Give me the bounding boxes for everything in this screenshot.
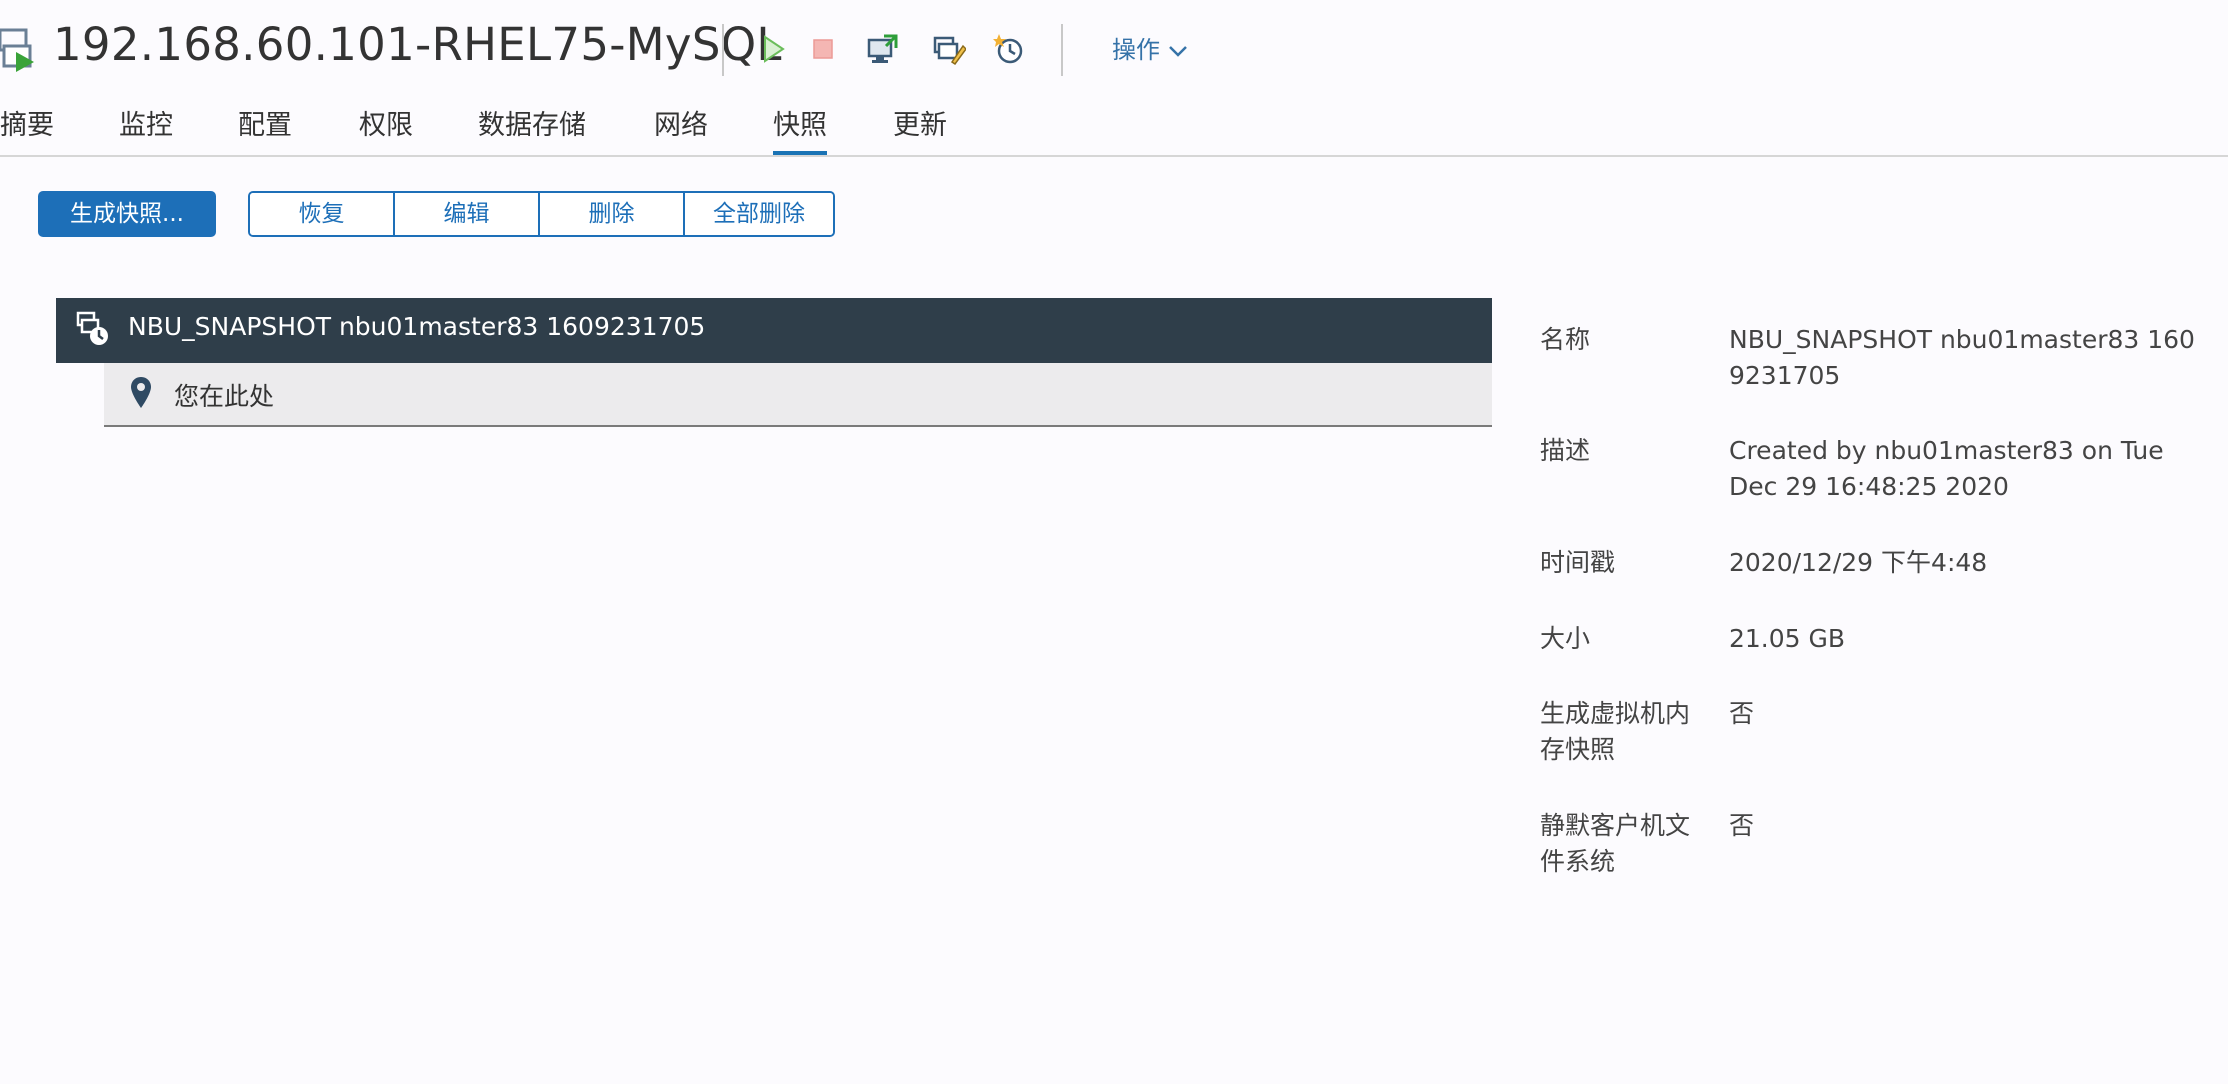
- snapshot-action-group: 恢复 编辑 删除 全部删除: [248, 191, 835, 237]
- detail-label-size: 大小: [1540, 624, 1591, 653]
- location-pin-icon: [131, 377, 151, 408]
- edit-button[interactable]: 编辑: [393, 193, 538, 235]
- delete-all-button[interactable]: 全部删除: [683, 193, 833, 235]
- detail-label-name: 名称: [1540, 325, 1591, 354]
- you-are-here-item[interactable]: 您在此处: [104, 363, 1492, 427]
- tab-updates[interactable]: 更新: [893, 104, 947, 156]
- tab-monitor[interactable]: 监控: [119, 104, 173, 156]
- console-icon[interactable]: [866, 32, 900, 66]
- tab-configure[interactable]: 配置: [238, 104, 292, 156]
- delete-button[interactable]: 删除: [538, 193, 683, 235]
- edit-settings-icon[interactable]: [932, 32, 966, 66]
- detail-value-memory: 否: [1729, 699, 1755, 728]
- detail-label-quiesce: 静默客户机文件系统: [1540, 811, 1691, 876]
- detail-value-description: Created by nbu01master83 on Tue Dec 29 1…: [1729, 436, 2164, 501]
- tab-networks[interactable]: 网络: [654, 104, 708, 156]
- actions-menu[interactable]: 操作: [1112, 30, 1188, 65]
- snapshot-icon: [76, 311, 108, 345]
- detail-label-memory: 生成虚拟机内存快照: [1540, 699, 1691, 764]
- vm-icon: [0, 28, 34, 72]
- revert-button[interactable]: 恢复: [250, 193, 393, 235]
- tab-summary[interactable]: 摘要: [0, 104, 54, 156]
- detail-label-description: 描述: [1540, 436, 1591, 465]
- detail-value-name: NBU_SNAPSHOT nbu01master83 1609231705: [1729, 325, 2195, 390]
- snapshot-icon[interactable]: [993, 32, 1027, 66]
- actions-label: 操作: [1112, 36, 1160, 64]
- tab-permissions[interactable]: 权限: [359, 104, 413, 156]
- power-on-icon[interactable]: [756, 32, 790, 66]
- power-off-icon[interactable]: [806, 32, 840, 66]
- snapshot-name: NBU_SNAPSHOT nbu01master83 1609231705: [128, 312, 706, 341]
- toolbar-divider: [1061, 24, 1063, 76]
- detail-value-quiesce: 否: [1729, 811, 1755, 840]
- take-snapshot-button[interactable]: 生成快照...: [38, 191, 216, 237]
- snapshot-tree-item[interactable]: NBU_SNAPSHOT nbu01master83 1609231705: [56, 298, 1492, 363]
- toolbar-divider: [722, 24, 724, 76]
- vm-title: 192.168.60.101-RHEL75-MySQL: [53, 18, 782, 71]
- tab-divider: [0, 155, 2228, 157]
- you-are-here-label: 您在此处: [174, 382, 275, 411]
- tab-datastores[interactable]: 数据存储: [478, 104, 586, 156]
- detail-label-timestamp: 时间戳: [1540, 548, 1616, 577]
- tab-snapshots[interactable]: 快照: [773, 104, 827, 156]
- detail-value-timestamp: 2020/12/29 下午4:48: [1729, 548, 1988, 577]
- detail-value-size: 21.05 GB: [1729, 624, 1846, 653]
- chevron-down-icon: [1169, 46, 1187, 57]
